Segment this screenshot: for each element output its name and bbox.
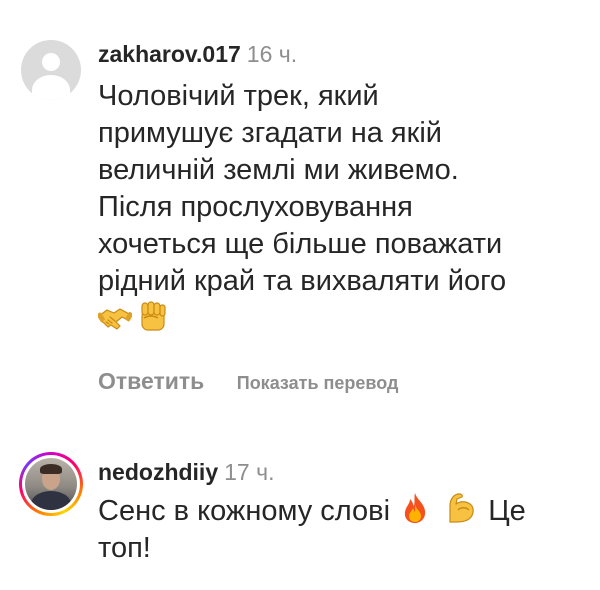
profile-photo-hair (40, 464, 62, 474)
default-avatar-shoulders (32, 75, 70, 100)
profile-photo (25, 458, 77, 510)
comment-text-segment: Сенс в кожному слові (98, 495, 391, 527)
comment-content: nedozhdiiy 17 ч. Сенс в кожному слові Це … (98, 452, 580, 567)
avatar[interactable] (19, 452, 83, 516)
username[interactable]: zakharov.017 (98, 41, 241, 67)
translate-button[interactable]: Показать перевод (237, 373, 399, 393)
comment-text-line: Чоловічий трек, який (98, 80, 379, 112)
comment-text-line: хочеться ще більше поважати (98, 228, 503, 260)
comment-text: Сенс в кожному слові Це топ! (98, 492, 580, 567)
handshake-icon (96, 304, 134, 332)
comment-actions: Ответить Показать перевод (98, 368, 580, 398)
timestamp[interactable]: 16 ч. (247, 41, 297, 67)
username[interactable]: nedozhdiiy (98, 459, 218, 485)
comment-text-line: Сенс в кожному слові Це (98, 492, 580, 530)
reply-button[interactable]: Ответить (98, 368, 204, 394)
default-avatar-head (42, 53, 60, 71)
comment-text-line: примушує згадати на якій (98, 117, 442, 149)
avatar[interactable] (21, 40, 81, 100)
comment-text-line: величній землі ми живемо. (98, 154, 459, 186)
timestamp[interactable]: 17 ч. (224, 459, 274, 485)
raised-fist-icon (138, 300, 168, 332)
flexed-biceps-icon (444, 492, 476, 524)
comment-content: zakharov.017 16 ч. Чоловічий трек, який п… (96, 34, 580, 398)
comment-meta: zakharov.017 16 ч. (98, 34, 580, 74)
story-ring-gap (22, 455, 80, 513)
fire-icon (402, 492, 428, 524)
profile-photo-body (31, 491, 71, 510)
comment-text-line: рідний край та вихваляти його (98, 265, 507, 297)
comment-text-segment: Це (488, 495, 526, 527)
comment-text: Чоловічий трек, який примушує згадати на… (96, 78, 580, 338)
comment-emoji-line (96, 300, 580, 338)
comment-meta: nedozhdiiy 17 ч. (98, 452, 580, 492)
comment-text-line: топ! (98, 532, 151, 564)
comment-text-line: Після прослуховування (98, 191, 413, 223)
